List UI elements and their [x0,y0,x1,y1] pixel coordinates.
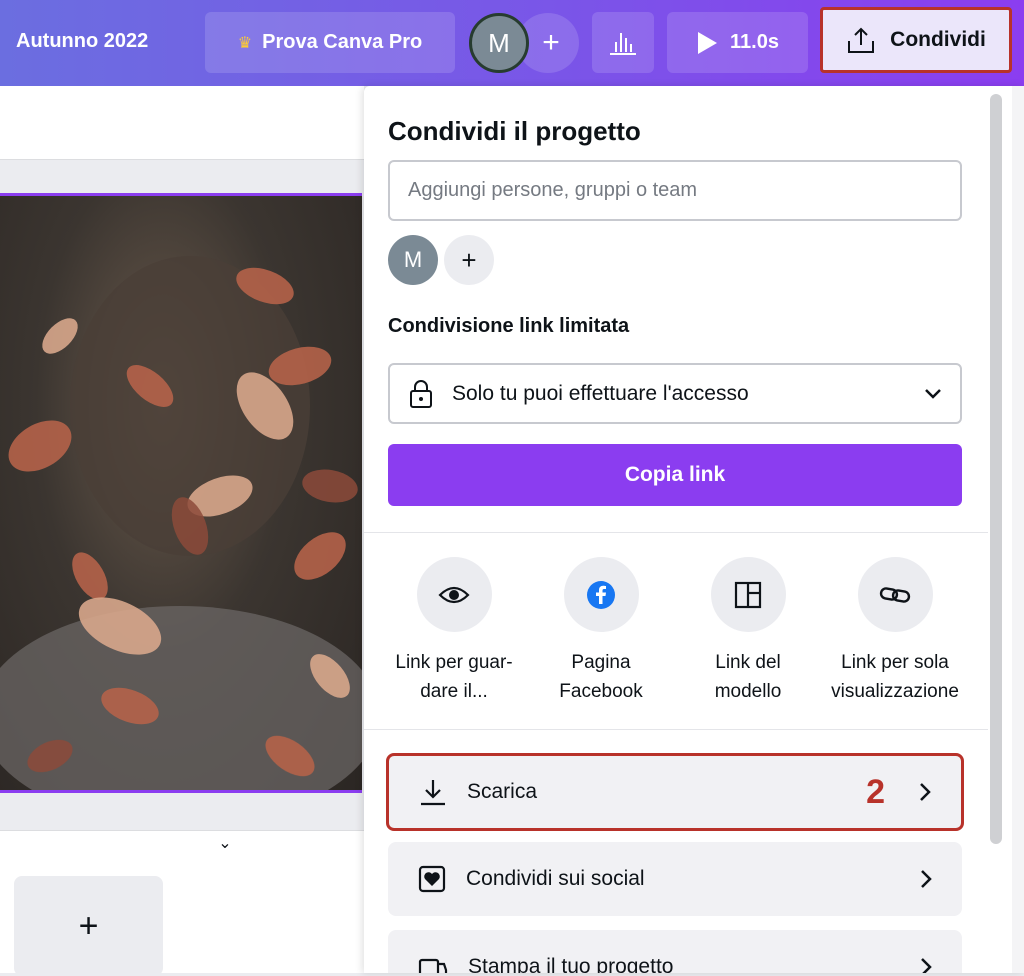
analytics-button[interactable] [592,12,654,73]
share-button-label: Condividi [890,28,986,51]
top-bar: Autunno 2022 ♛ Prova Canva Pro + M 11.0s… [0,0,1024,86]
editor-toolbar [0,86,364,160]
crown-icon: ♛ [237,34,253,52]
design-title[interactable]: Autunno 2022 [16,30,148,53]
print-icon [418,958,448,973]
link-icon [879,586,911,603]
view-link-circle [416,557,492,632]
view-only-link-label-line1: Link per sola [841,652,949,673]
download-icon [421,780,445,806]
view-link-label-line1: Link per guar- [395,652,513,673]
copy-link-button[interactable]: Copia link [388,444,962,506]
share-social-row[interactable]: Condividi sui social [388,842,962,916]
facebook-page-option[interactable]: Pagina Facebook [526,557,676,706]
facebook-page-circle [563,557,639,632]
add-page-button[interactable]: + [14,876,163,976]
eye-icon [438,586,470,603]
panel-scrollbar[interactable] [990,94,1002,844]
link-section-title: Condivisione link limitata [388,315,630,337]
download-label: Scarica [467,780,538,803]
try-pro-button[interactable]: ♛ Prova Canva Pro [205,12,455,73]
autumn-leaves-photo[interactable] [0,193,362,793]
print-project-label: Stampa il tuo progetto [468,955,674,973]
view-only-link-label-line2: visualizzazione [831,681,959,702]
play-duration: 11.0s [730,31,779,53]
view-link-option[interactable]: Link per guar-dare il... [379,557,529,706]
add-member-button[interactable]: + [444,235,494,285]
view-link-label-line2: dare il... [420,681,488,702]
download-row[interactable]: Scarica 2 [386,753,964,831]
play-icon [698,31,718,54]
try-pro-label: Prova Canva Pro [262,31,423,53]
add-people-input[interactable] [388,160,962,221]
annotation-number-2: 2 [866,772,885,811]
template-icon [734,581,762,608]
chevron-right-icon [921,958,932,973]
leaves-image [0,256,362,790]
divider [364,729,988,730]
avatar[interactable]: M [469,13,529,73]
print-project-row[interactable]: Stampa il tuo progetto [388,930,962,973]
lock-icon [410,379,432,408]
template-link-label-line2: modello [714,681,782,702]
chevron-down-icon [925,388,941,399]
facebook-page-label-line2: Facebook [559,681,643,702]
template-link-label-line1: Link del [715,652,781,673]
divider [364,532,988,533]
facebook-page-label-line1: Pagina [571,652,631,673]
view-only-link-circle [857,557,933,632]
view-only-link-option[interactable]: Link per sola visualizzazione [820,557,970,706]
present-button[interactable]: 11.0s [667,12,808,73]
share-button[interactable]: Condividi [820,7,1012,73]
upload-icon [848,27,875,53]
access-select[interactable]: Solo tu puoi effettuare l'accesso [388,363,962,424]
heart-icon [418,865,446,893]
chevron-right-icon [920,783,931,801]
facebook-icon [587,580,615,609]
share-panel: Condividi il progetto M + Condivisione l… [364,86,1024,973]
collapse-pages-chevron-icon[interactable]: ⌄ [165,833,285,855]
template-link-option[interactable]: Link del modello [673,557,823,706]
template-link-circle [710,557,786,632]
member-avatar[interactable]: M [388,235,438,285]
share-panel-title: Condividi il progetto [388,116,641,146]
access-value: Solo tu puoi effettuare l'accesso [452,381,749,405]
chevron-right-icon [921,870,932,888]
page-edge [1012,86,1024,973]
share-social-label: Condividi sui social [466,867,645,890]
bar-chart-icon [610,32,636,55]
